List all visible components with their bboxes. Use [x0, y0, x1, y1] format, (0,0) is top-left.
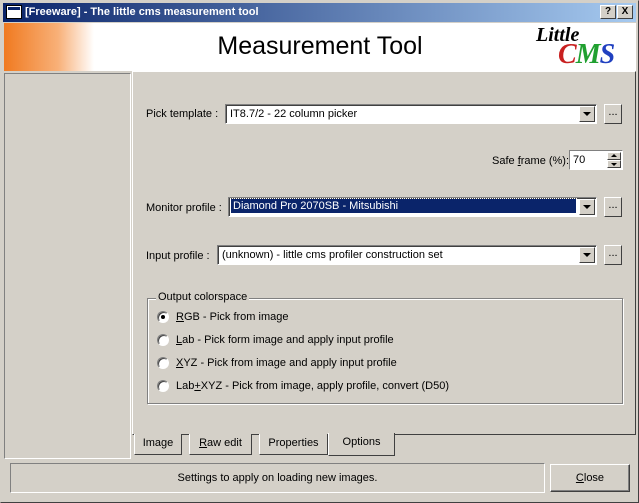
chevron-down-icon[interactable]: [579, 199, 595, 215]
help-button[interactable]: ?: [600, 5, 616, 19]
monitor-profile-browse-button[interactable]: ...: [604, 197, 622, 217]
input-profile-label: Input profile :: [146, 250, 210, 262]
close-window-button[interactable]: X: [617, 5, 633, 19]
title-bar[interactable]: [Freeware] - The little cms measurement …: [3, 3, 636, 22]
options-panel: Pick template : IT8.7/2 - 22 column pick…: [132, 71, 636, 435]
tab-options[interactable]: Options: [328, 433, 395, 456]
window-title: [Freeware] - The little cms measurement …: [25, 6, 259, 18]
window-icon[interactable]: [6, 5, 22, 19]
chevron-down-icon[interactable]: [579, 247, 595, 263]
tab-raw-edit[interactable]: Raw edit: [189, 434, 252, 455]
little-cms-logo: Little CMS: [534, 24, 630, 70]
tab-properties[interactable]: Properties: [259, 434, 328, 455]
input-profile-browse-button[interactable]: ...: [604, 245, 622, 265]
chevron-down-icon[interactable]: [579, 106, 595, 122]
radio-icon[interactable]: [157, 334, 169, 346]
close-button[interactable]: Close: [550, 464, 630, 492]
status-bar: Settings to apply on loading new images.: [10, 463, 545, 493]
monitor-profile-select[interactable]: Diamond Pro 2070SB - Mitsubishi: [228, 197, 597, 217]
pick-template-label: Pick template :: [146, 108, 219, 120]
output-colorspace-legend: Output colorspace: [156, 291, 250, 303]
input-profile-select[interactable]: (unknown) - little cms profiler construc…: [217, 245, 597, 265]
pick-template-browse-button[interactable]: ...: [604, 104, 622, 124]
tab-image[interactable]: Image: [134, 434, 182, 455]
header-banner: Measurement Tool Little CMS: [4, 23, 636, 71]
stepper-up-icon[interactable]: [607, 152, 621, 160]
safe-frame-label: Safe frame (%):: [492, 155, 570, 167]
radio-selected-icon[interactable]: [157, 311, 169, 323]
stepper-down-icon[interactable]: [607, 160, 621, 168]
radio-icon[interactable]: [157, 380, 169, 392]
pick-template-select[interactable]: IT8.7/2 - 22 column picker: [225, 104, 597, 124]
safe-frame-stepper[interactable]: 70: [569, 150, 623, 170]
app-window: [Freeware] - The little cms measurement …: [0, 0, 639, 503]
image-preview-pane: [4, 73, 131, 459]
output-colorspace-group: Output colorspace RGB - Pick from image …: [147, 291, 623, 404]
radio-icon[interactable]: [157, 357, 169, 369]
logo-cms-text: CMS: [558, 39, 615, 70]
monitor-profile-label: Monitor profile :: [146, 202, 222, 214]
